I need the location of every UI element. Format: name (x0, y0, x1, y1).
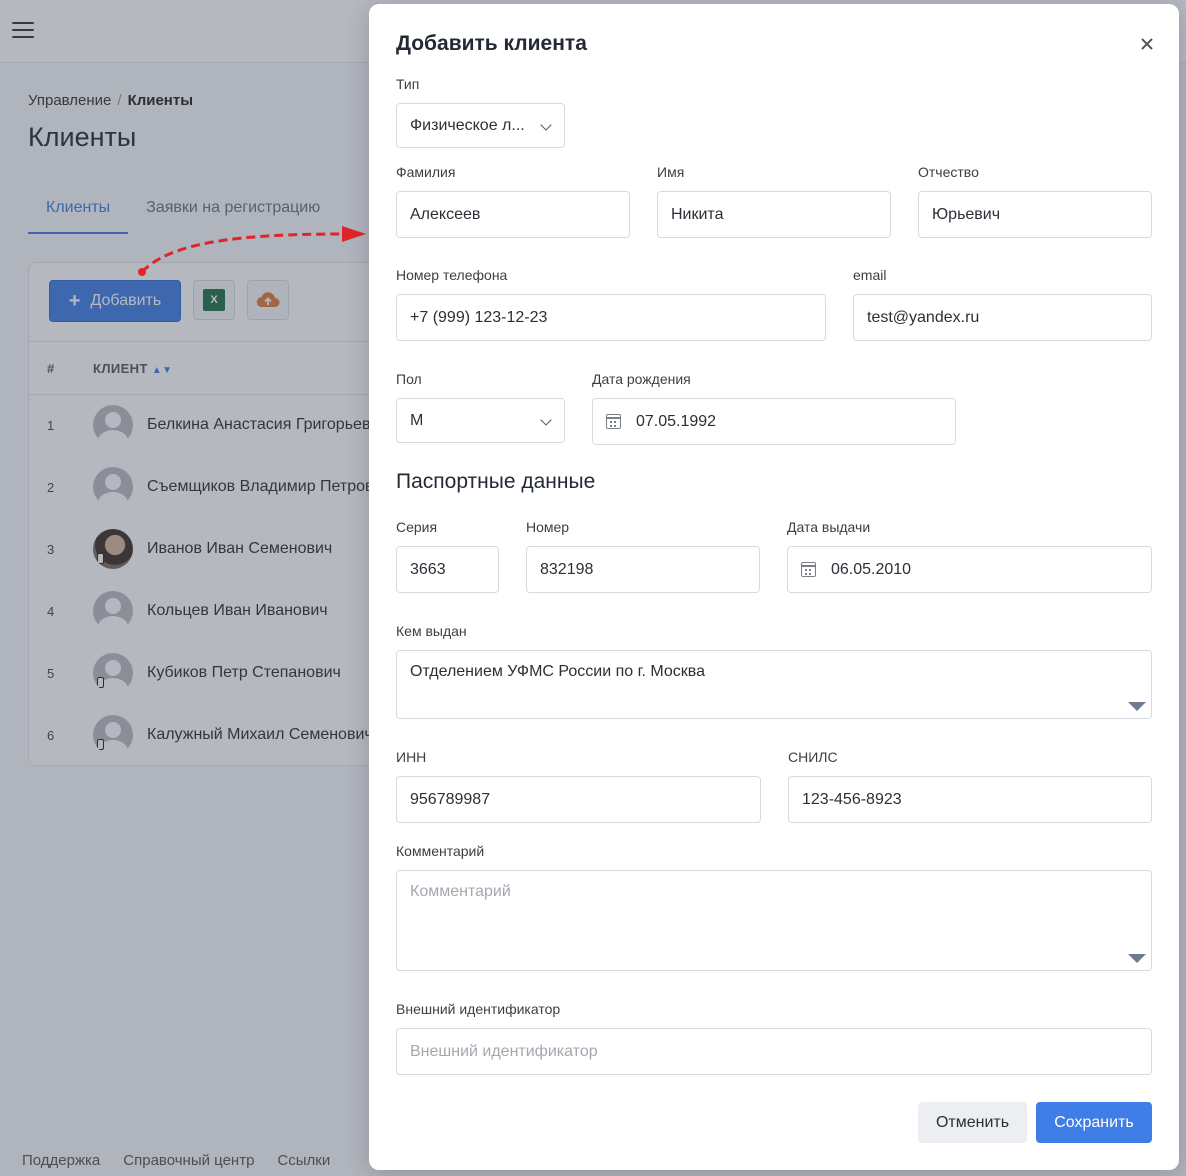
save-button[interactable]: Сохранить (1036, 1102, 1152, 1143)
passport-section-title: Паспортные данные (396, 470, 596, 493)
birth-date-field[interactable]: 07.05.1992 (592, 398, 956, 445)
inn-value: 956789987 (410, 790, 491, 808)
comment-label: Комментарий (396, 843, 485, 859)
last-name-field[interactable]: Алексеев (396, 191, 630, 238)
type-select[interactable]: Физическое л... (396, 103, 565, 148)
middle-name-label: Отчество (918, 164, 979, 180)
chevron-down-icon (540, 413, 552, 426)
birth-date-label: Дата рождения (592, 371, 691, 387)
gender-select-value: М (410, 411, 424, 429)
gender-label: Пол (396, 371, 422, 387)
issue-date-field[interactable]: 06.05.2010 (787, 546, 1152, 593)
middle-name-value: Юрьевич (932, 205, 1001, 223)
middle-name-field[interactable]: Юрьевич (918, 191, 1152, 238)
passport-number-field[interactable]: 832198 (526, 546, 760, 593)
calendar-icon[interactable] (801, 562, 816, 577)
cancel-button[interactable]: Отменить (918, 1102, 1027, 1143)
resize-handle-icon[interactable] (1128, 954, 1146, 963)
close-icon[interactable] (1139, 36, 1155, 52)
snils-field[interactable]: 123-456-8923 (788, 776, 1152, 823)
issued-by-textarea[interactable]: Отделением УФМС России по г. Москва (396, 650, 1152, 719)
phone-value: +7 (999) 123-12-23 (410, 308, 548, 326)
email-label: email (853, 267, 887, 283)
external-id-field[interactable]: Внешний идентификатор (396, 1028, 1152, 1075)
resize-handle-icon[interactable] (1128, 702, 1146, 711)
inn-label: ИНН (396, 749, 427, 765)
comment-placeholder: Комментарий (410, 883, 511, 900)
phone-label: Номер телефона (396, 267, 508, 283)
issued-by-value: Отделением УФМС России по г. Москва (410, 663, 706, 680)
chevron-down-icon (540, 118, 552, 131)
add-client-modal: Добавить клиента Тип Физическое л... Фам… (369, 4, 1179, 1170)
first-name-value: Никита (671, 205, 724, 223)
snils-value: 123-456-8923 (802, 790, 902, 808)
last-name-label: Фамилия (396, 164, 456, 180)
issued-by-label: Кем выдан (396, 623, 467, 639)
birth-date-value: 07.05.1992 (636, 412, 717, 430)
type-label: Тип (396, 76, 420, 92)
calendar-icon[interactable] (606, 414, 621, 429)
inn-field[interactable]: 956789987 (396, 776, 761, 823)
first-name-label: Имя (657, 164, 685, 180)
issue-date-value: 06.05.2010 (831, 560, 912, 578)
email-value: test@yandex.ru (867, 308, 980, 326)
phone-field[interactable]: +7 (999) 123-12-23 (396, 294, 826, 341)
annotation-arrow-icon (138, 226, 366, 276)
external-id-label: Внешний идентификатор (396, 1001, 561, 1017)
email-field[interactable]: test@yandex.ru (853, 294, 1152, 341)
last-name-value: Алексеев (410, 205, 481, 223)
modal-title: Добавить клиента (396, 32, 587, 55)
external-id-placeholder: Внешний идентификатор (410, 1042, 598, 1060)
first-name-field[interactable]: Никита (657, 191, 891, 238)
issue-date-label: Дата выдачи (787, 519, 871, 535)
gender-select[interactable]: М (396, 398, 565, 443)
type-select-value: Физическое л... (410, 116, 525, 134)
series-label: Серия (396, 519, 438, 535)
passport-number-value: 832198 (540, 560, 594, 578)
snils-label: СНИЛС (788, 749, 838, 765)
number-label: Номер (526, 519, 570, 535)
comment-textarea[interactable]: Комментарий (396, 870, 1152, 971)
series-field[interactable]: 3663 (396, 546, 499, 593)
series-value: 3663 (410, 560, 446, 578)
